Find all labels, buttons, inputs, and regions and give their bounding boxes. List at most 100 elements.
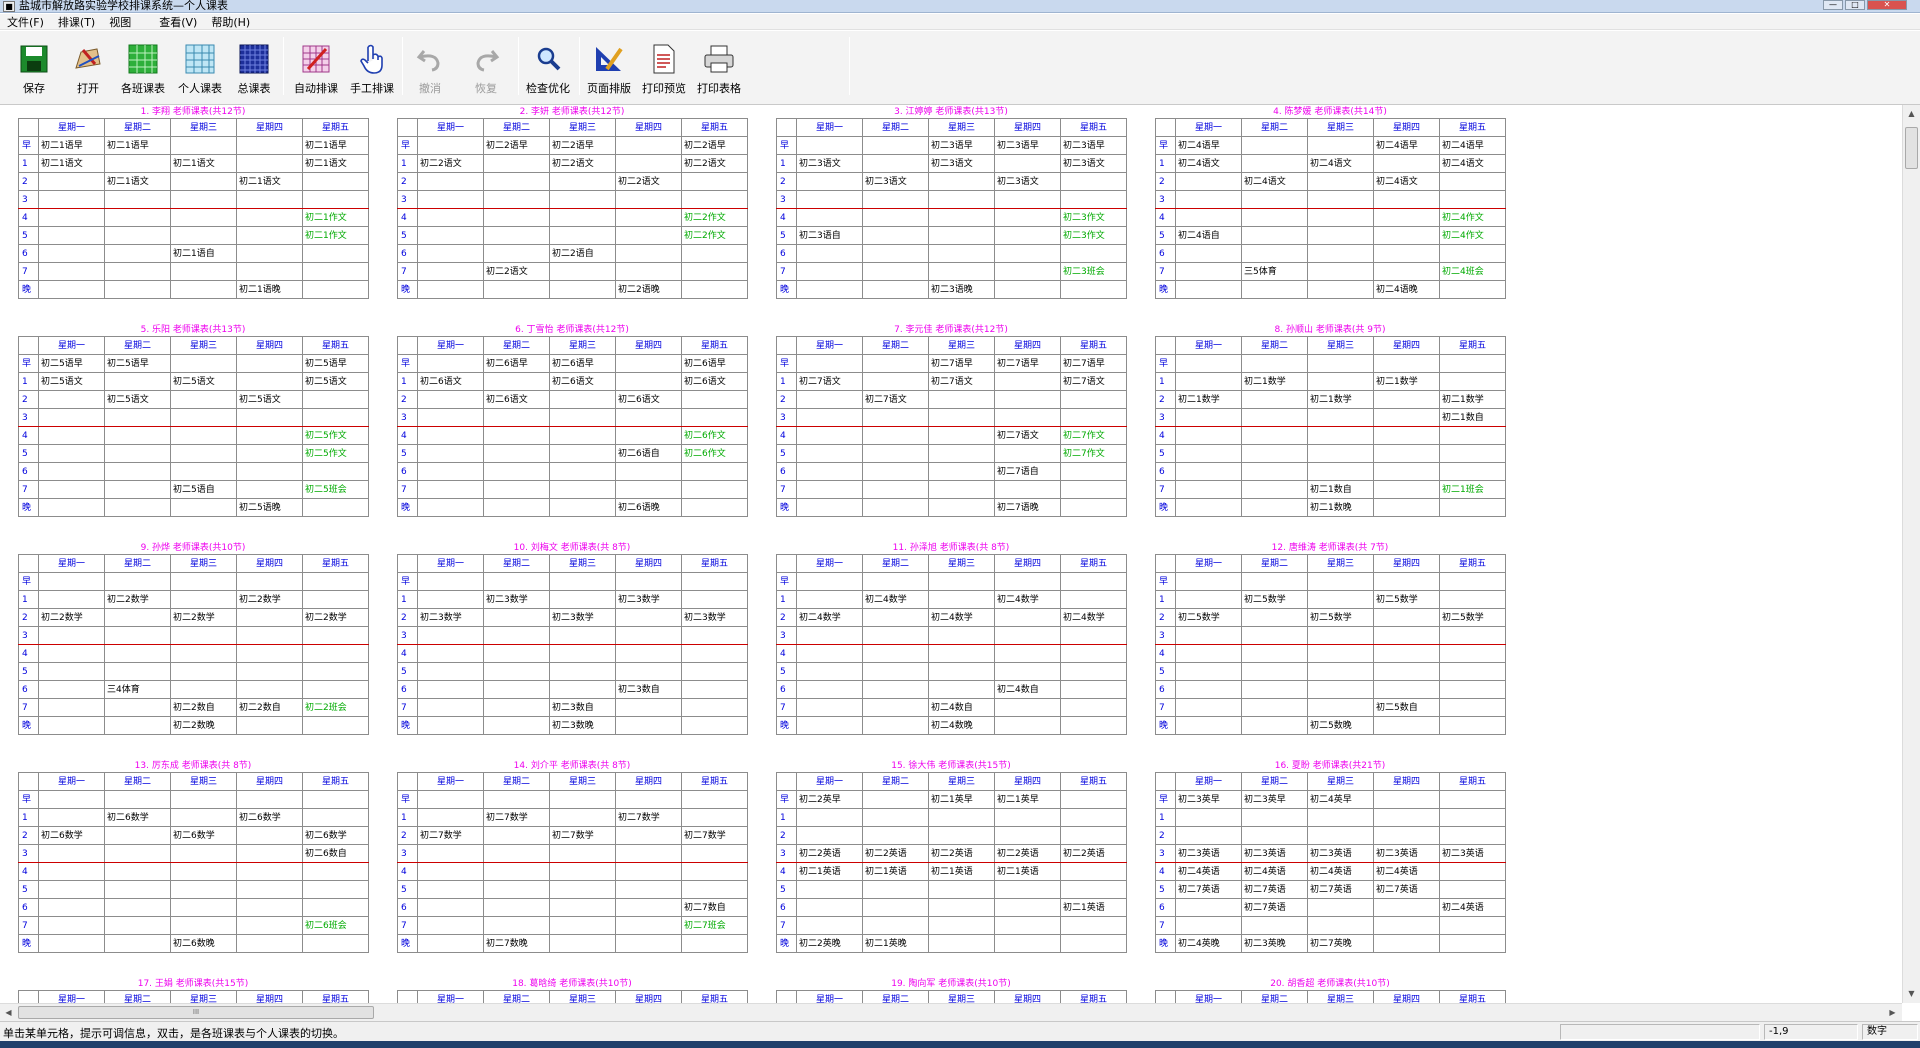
teacher-timetable[interactable]: 星期一 星期二 星期三 星期四 星期五 [1155,990,1506,1003]
schedule-cell[interactable] [1241,608,1308,627]
schedule-cell[interactable] [104,644,171,663]
schedule-cell[interactable] [302,462,369,481]
schedule-cell[interactable]: 初二6数学 [38,826,105,845]
schedule-cell[interactable]: 初二4语早 [1373,136,1440,155]
schedule-cell[interactable]: 初二1英语 [796,862,863,881]
schedule-cell[interactable] [1175,498,1242,517]
schedule-cell[interactable]: 初二4数自 [928,698,995,717]
class-schedule-button[interactable]: 各班课表 [117,35,169,95]
schedule-cell[interactable] [417,244,484,263]
schedule-cell[interactable] [417,172,484,191]
schedule-cell[interactable] [417,136,484,155]
schedule-cell[interactable] [302,880,369,899]
undo-button[interactable]: 撤消 [410,35,450,95]
schedule-cell[interactable]: 初二5语文 [302,372,369,391]
close-button[interactable]: ✕ [1867,0,1907,10]
schedule-cell[interactable] [1373,154,1440,173]
schedule-cell[interactable] [796,280,863,299]
schedule-cell[interactable]: 初二3数晚 [549,716,616,735]
schedule-cell[interactable] [1373,354,1440,373]
schedule-cell[interactable]: 初二7语文 [928,372,995,391]
schedule-cell[interactable] [104,698,171,717]
schedule-cell[interactable]: 初二3英语 [1373,844,1440,863]
schedule-cell[interactable] [928,662,995,681]
schedule-cell[interactable] [236,934,303,953]
schedule-cell[interactable] [170,462,237,481]
schedule-cell[interactable] [994,808,1061,827]
schedule-cell[interactable] [483,444,550,463]
teacher-timetable[interactable]: 星期一 星期二 星期三 星期四 星期五早 1 初二1数学 初二1数学 2 初二1数学 初二1数学 初二… [1155,336,1506,517]
schedule-cell[interactable]: 初二1英语 [928,862,995,881]
schedule-cell[interactable]: 初二2语早 [549,136,616,155]
schedule-cell[interactable] [1241,390,1308,409]
schedule-cell[interactable]: 初二2英语 [862,844,929,863]
schedule-cell[interactable]: 初二5语早 [104,354,171,373]
schedule-cell[interactable]: 初二3英早 [1241,790,1308,809]
schedule-cell[interactable]: 初二6数学 [302,826,369,845]
schedule-cell[interactable]: 初二1数学 [1439,390,1506,409]
schedule-cell[interactable] [1241,826,1308,845]
schedule-cell[interactable] [1060,462,1127,481]
schedule-cell[interactable]: 初二3语自 [796,226,863,245]
schedule-cell[interactable] [38,898,105,917]
schedule-cell[interactable] [994,626,1061,645]
schedule-cell[interactable] [1373,790,1440,809]
teacher-timetable[interactable]: 星期一 星期二 星期三 星期四 星期五早初二3英早 初二3英早 初二4英早 1 2 3 初二3英语初… [1155,772,1506,953]
schedule-cell[interactable] [38,590,105,609]
schedule-cell[interactable] [1060,408,1127,427]
schedule-cell[interactable]: 初二6语文 [417,372,484,391]
schedule-cell[interactable] [1175,644,1242,663]
schedule-cell[interactable] [549,898,616,917]
schedule-cell[interactable] [236,644,303,663]
schedule-cell[interactable]: 初二3作文 [1060,208,1127,227]
schedule-cell[interactable] [615,916,682,935]
schedule-cell[interactable] [417,572,484,591]
schedule-cell[interactable] [796,136,863,155]
schedule-cell[interactable] [1439,880,1506,899]
schedule-cell[interactable] [862,898,929,917]
schedule-cell[interactable] [681,698,748,717]
schedule-cell[interactable]: 初二2语文 [483,262,550,281]
schedule-cell[interactable] [38,862,105,881]
schedule-cell[interactable] [994,480,1061,499]
schedule-cell[interactable] [928,590,995,609]
schedule-cell[interactable]: 初二1英早 [928,790,995,809]
teacher-timetable[interactable]: 星期一 星期二 星期三 星期四 星期五早 1 初二7数学 初二7数学 2 初二7数学 初二7数学 初二… [397,772,748,953]
schedule-cell[interactable] [170,662,237,681]
schedule-cell[interactable] [170,354,237,373]
schedule-cell[interactable] [796,644,863,663]
schedule-cell[interactable] [928,498,995,517]
schedule-cell[interactable] [549,498,616,517]
schedule-cell[interactable] [236,572,303,591]
schedule-cell[interactable] [302,262,369,281]
schedule-cell[interactable] [1241,498,1308,517]
schedule-cell[interactable]: 初二2数学 [104,590,171,609]
schedule-cell[interactable] [1175,698,1242,717]
schedule-cell[interactable] [1060,244,1127,263]
schedule-cell[interactable] [104,154,171,173]
page-layout-button[interactable]: 页面排版 [583,35,635,95]
schedule-cell[interactable] [236,244,303,263]
schedule-cell[interactable] [1241,698,1308,717]
schedule-cell[interactable] [417,790,484,809]
schedule-cell[interactable] [1241,226,1308,245]
schedule-cell[interactable] [862,498,929,517]
schedule-cell[interactable] [236,826,303,845]
schedule-cell[interactable] [1241,916,1308,935]
schedule-cell[interactable]: 初二6数自 [302,844,369,863]
schedule-cell[interactable] [862,826,929,845]
schedule-cell[interactable] [104,716,171,735]
schedule-cell[interactable] [1307,226,1374,245]
schedule-cell[interactable]: 初二1语文 [302,154,369,173]
schedule-cell[interactable] [615,154,682,173]
schedule-cell[interactable]: 初二6语文 [681,372,748,391]
schedule-cell[interactable] [681,590,748,609]
schedule-cell[interactable] [1175,280,1242,299]
schedule-cell[interactable] [1175,480,1242,499]
schedule-cell[interactable] [1175,916,1242,935]
schedule-cell[interactable] [1241,190,1308,209]
schedule-cell[interactable]: 初二2语早 [681,136,748,155]
schedule-cell[interactable] [170,280,237,299]
schedule-cell[interactable]: 初二6语早 [549,354,616,373]
schedule-cell[interactable]: 初二7语早 [1060,354,1127,373]
